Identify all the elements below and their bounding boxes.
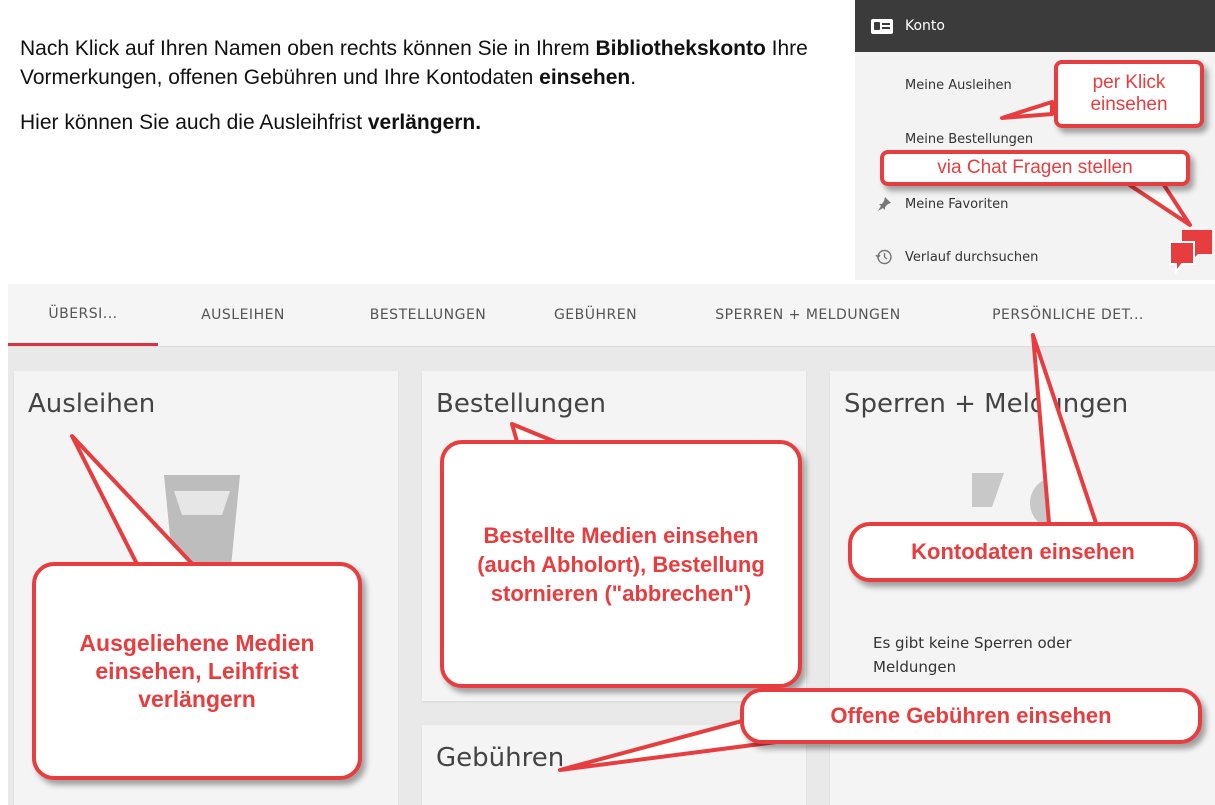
account-menu: Konto Meine Ausleihen Meine Bestellungen… xyxy=(855,0,1215,280)
account-menu-header[interactable]: Konto xyxy=(855,0,1215,52)
id-card-icon xyxy=(871,18,893,34)
tab-loans[interactable]: AUSLEIHEN xyxy=(158,284,328,346)
callout-click-view: per Klick einsehen xyxy=(1054,60,1204,128)
intro-paragraph-2: Hier können Sie auch die Ausleihfrist ve… xyxy=(20,111,482,134)
callout-orders: Bestellte Medien einsehen (auch Abholort… xyxy=(440,440,802,688)
loans-panel-title: Ausleihen xyxy=(28,389,156,419)
tab-blocks-messages[interactable]: SPERREN + MELDUNGEN xyxy=(663,284,953,346)
history-icon xyxy=(875,248,893,266)
blocks-panel-title: Sperren + Meldungen xyxy=(844,389,1129,419)
menu-item-search-history[interactable]: Verlauf durchsuchen xyxy=(875,248,1038,266)
tab-overview[interactable]: ÜBERSI... xyxy=(8,284,158,346)
intro-text: Nach Klick auf Ihren Namen oben rechts k… xyxy=(20,34,840,153)
chat-icon[interactable] xyxy=(1168,228,1214,274)
callout-account: Kontodaten einsehen xyxy=(848,522,1198,582)
orders-panel-title: Bestellungen xyxy=(436,389,606,419)
tab-personal-details[interactable]: PERSÖNLICHE DET... xyxy=(953,284,1183,346)
account-tabs: ÜBERSI... AUSLEIHEN BESTELLUNGEN GEBÜHRE… xyxy=(8,284,1215,347)
menu-item-my-loans[interactable]: Meine Ausleihen xyxy=(905,78,1012,93)
pin-icon xyxy=(875,195,893,213)
fees-panel-title: Gebühren xyxy=(436,743,565,773)
account-menu-title: Konto xyxy=(905,18,945,34)
menu-item-label: Meine Favoriten xyxy=(905,196,1009,212)
callout-chat: via Chat Fragen stellen xyxy=(880,150,1190,186)
callout-fees: Offene Gebühren einsehen xyxy=(740,688,1202,744)
menu-item-label: Meine Bestellungen xyxy=(905,132,1034,147)
intro-paragraph-1: Nach Klick auf Ihren Namen oben rechts k… xyxy=(20,37,808,89)
menu-item-label: Meine Ausleihen xyxy=(905,78,1012,93)
menu-item-my-orders[interactable]: Meine Bestellungen xyxy=(905,132,1033,147)
menu-item-label: Verlauf durchsuchen xyxy=(905,249,1039,265)
blocks-empty-text: Es gibt keine Sperren oder Meldungen xyxy=(873,634,1072,676)
tab-fees[interactable]: GEBÜHREN xyxy=(528,284,663,346)
menu-item-my-favorites[interactable]: Meine Favoriten xyxy=(875,195,1008,213)
tab-orders[interactable]: BESTELLUNGEN xyxy=(328,284,528,346)
callout-loans: Ausgeliehene Medien einsehen, Leihfrist … xyxy=(32,562,362,780)
